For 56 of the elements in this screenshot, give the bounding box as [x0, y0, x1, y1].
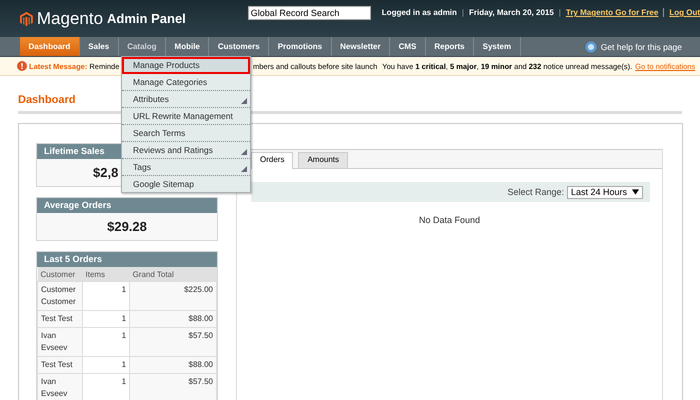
column-header: Grand Total	[130, 267, 216, 282]
menu-item[interactable]: Google Sitemap	[122, 176, 250, 192]
user-label: Logged in as admin	[382, 8, 457, 17]
table-cell: 1	[82, 374, 130, 400]
promo-link[interactable]: Try Magento Go for Free	[566, 8, 658, 17]
empty-message: No Data Found	[418, 215, 480, 225]
table-cell: 1	[82, 310, 130, 328]
logo-text: Magento	[36, 8, 104, 28]
nav-item[interactable]: System	[474, 37, 521, 56]
nav-item[interactable]: CMS	[390, 37, 426, 56]
help-link[interactable]: Get help for this page	[600, 42, 682, 52]
help-icon	[584, 40, 597, 52]
table-cell: $57.50	[130, 328, 216, 356]
page-title: Dashboard	[18, 94, 76, 106]
stat-value: $29.28	[107, 219, 147, 234]
table-cell: Test Test	[38, 356, 82, 374]
menu-item[interactable]: Reviews and Ratings	[122, 142, 250, 159]
search-field[interactable]: Global Record Search	[248, 6, 371, 20]
logo-subtitle: Admin Panel	[107, 11, 186, 26]
table-cell: $88.00	[130, 356, 216, 374]
menu-item[interactable]: Manage Categories	[122, 74, 250, 91]
menu-item[interactable]: Attributes	[122, 91, 250, 108]
date-label: Friday, March 20, 2015	[469, 8, 554, 17]
menu-item[interactable]: Tags	[122, 159, 250, 176]
nav-item[interactable]: Promotions	[269, 37, 332, 56]
range-label: Select Range:	[507, 187, 564, 197]
stat-value: $2,8	[93, 165, 118, 180]
submenu-icon	[241, 98, 247, 104]
nav-item[interactable]: Newsletter	[332, 37, 390, 56]
range-select[interactable]: Last 24 Hours	[567, 186, 643, 198]
menu-item[interactable]: Search Terms	[122, 125, 250, 142]
menu-item[interactable]: URL Rewrite Management	[122, 108, 250, 125]
alert-icon	[17, 61, 27, 71]
nav-item[interactable]: Reports	[426, 37, 474, 56]
card-header: Last 5 Orders	[37, 252, 217, 267]
table-cell: 1	[82, 328, 130, 356]
table-cell: $88.00	[130, 310, 216, 328]
nav-item[interactable]: Sales	[80, 37, 119, 56]
table-cell: $57.50	[130, 374, 216, 400]
table-cell: Test Test	[38, 310, 82, 328]
column-header: Items	[82, 267, 130, 282]
chart-tab[interactable]: Orders	[251, 152, 294, 169]
card-header: Average Orders	[37, 198, 217, 213]
submenu-icon	[241, 149, 247, 155]
table-cell: 1	[82, 356, 130, 374]
submenu-icon	[241, 166, 247, 172]
separator-text: |	[558, 8, 561, 17]
table-cell: $225.00	[130, 282, 216, 310]
menu-item[interactable]: Manage Products	[122, 57, 250, 74]
chart-tab[interactable]: Amounts	[298, 152, 348, 168]
column-header: Customer	[38, 267, 82, 282]
table-cell: 1	[82, 282, 130, 310]
logout-link[interactable]: Log Out	[669, 8, 700, 17]
table-cell: Customer Customer	[38, 282, 82, 310]
caret-icon	[632, 189, 639, 195]
separator-text: |	[462, 8, 464, 17]
